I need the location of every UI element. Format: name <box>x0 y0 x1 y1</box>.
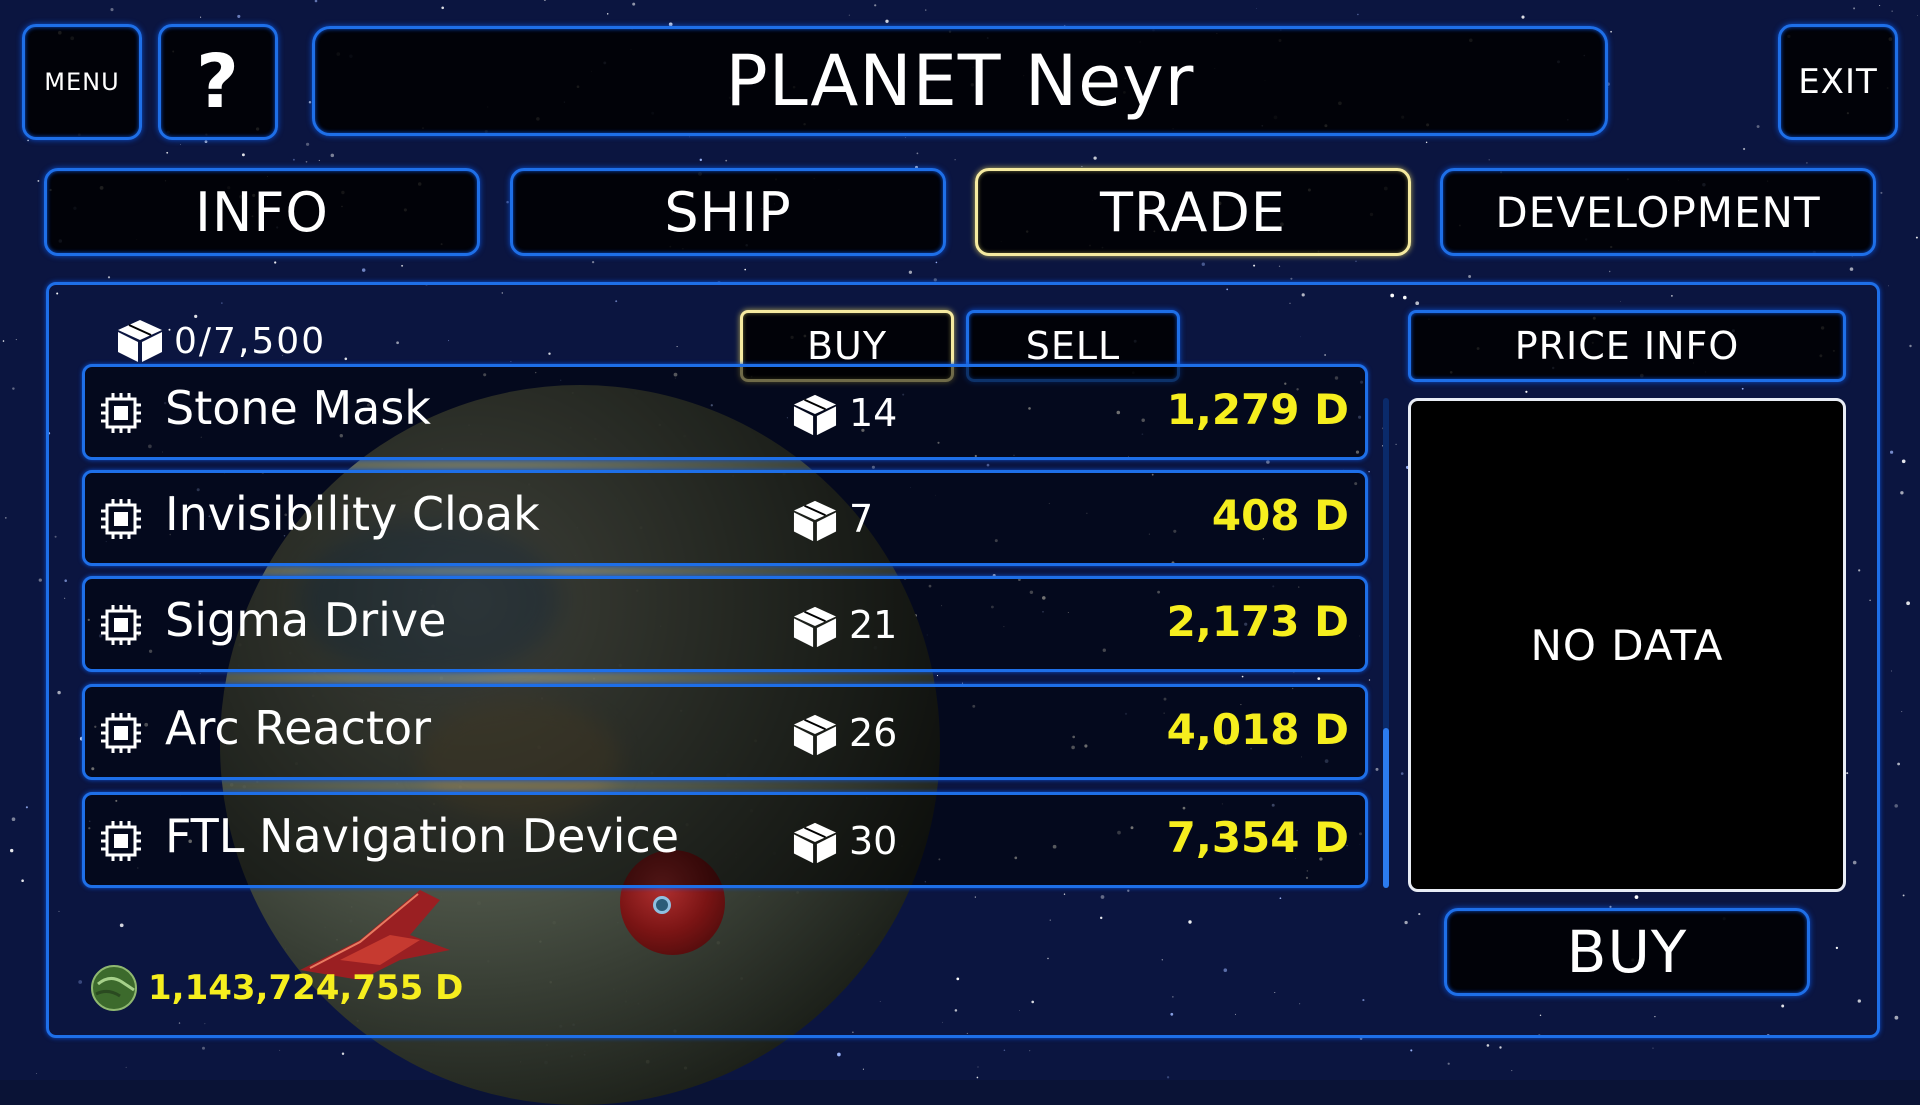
chip-icon <box>101 393 141 433</box>
trade-item-row[interactable]: Stone Mask 14 1,279 D <box>82 364 1368 460</box>
buy-button[interactable]: BUY <box>1444 908 1810 996</box>
cargo-box-icon <box>793 714 837 756</box>
trade-item-row[interactable]: Sigma Drive 21 2,173 D <box>82 576 1368 672</box>
price-info-content: NO DATA <box>1530 620 1724 670</box>
cargo-box-icon <box>793 394 837 436</box>
item-quantity: 14 <box>849 391 898 435</box>
chip-icon <box>101 713 141 753</box>
cargo-box-icon <box>118 320 162 362</box>
item-price: 2,173 D <box>1166 597 1349 646</box>
price-info-header: PRICE INFO <box>1408 310 1846 382</box>
item-price: 7,354 D <box>1166 813 1349 862</box>
chip-icon <box>101 821 141 861</box>
planet-coin-icon <box>91 965 137 1011</box>
tab-trade[interactable]: TRADE <box>975 168 1411 256</box>
exit-button[interactable]: EXIT <box>1778 24 1898 140</box>
credits-value: 1,143,724,755 D <box>148 968 464 1008</box>
cargo-box-icon <box>793 500 837 542</box>
trade-item-row[interactable]: FTL Navigation Device 30 7,354 D <box>82 792 1368 888</box>
item-quantity: 30 <box>849 819 898 863</box>
cargo-box-icon <box>793 606 837 648</box>
item-price: 1,279 D <box>1166 385 1349 434</box>
trade-item-row[interactable]: Invisibility Cloak 7 408 D <box>82 470 1368 566</box>
trade-item-row[interactable]: Arc Reactor 26 4,018 D <box>82 684 1368 780</box>
cargo-box-icon <box>793 822 837 864</box>
tab-ship[interactable]: SHIP <box>510 168 946 256</box>
credits-display: 1,143,724,755 D <box>90 964 463 1012</box>
list-scrollbar-thumb[interactable] <box>1383 728 1389 888</box>
help-button[interactable]: ? <box>158 24 278 140</box>
item-name: Invisibility Cloak <box>165 487 540 541</box>
chip-icon <box>101 605 141 645</box>
menu-button[interactable]: MENU <box>22 24 142 140</box>
page-title: PLANET Neyr <box>312 26 1608 136</box>
cargo-capacity: 0/7,500 <box>116 318 326 364</box>
item-quantity: 26 <box>849 711 898 755</box>
item-name: Sigma Drive <box>165 593 447 647</box>
item-name: Stone Mask <box>165 381 431 435</box>
item-quantity: 7 <box>849 497 874 541</box>
price-info-display: NO DATA <box>1408 398 1846 892</box>
chip-icon <box>101 499 141 539</box>
item-name: FTL Navigation Device <box>165 809 680 863</box>
cargo-value: 0/7,500 <box>174 320 327 362</box>
item-name: Arc Reactor <box>165 701 432 755</box>
item-price: 408 D <box>1211 491 1349 540</box>
tab-info[interactable]: INFO <box>44 168 480 256</box>
item-quantity: 21 <box>849 603 898 647</box>
item-price: 4,018 D <box>1166 705 1349 754</box>
tab-development[interactable]: DEVELOPMENT <box>1440 168 1876 256</box>
